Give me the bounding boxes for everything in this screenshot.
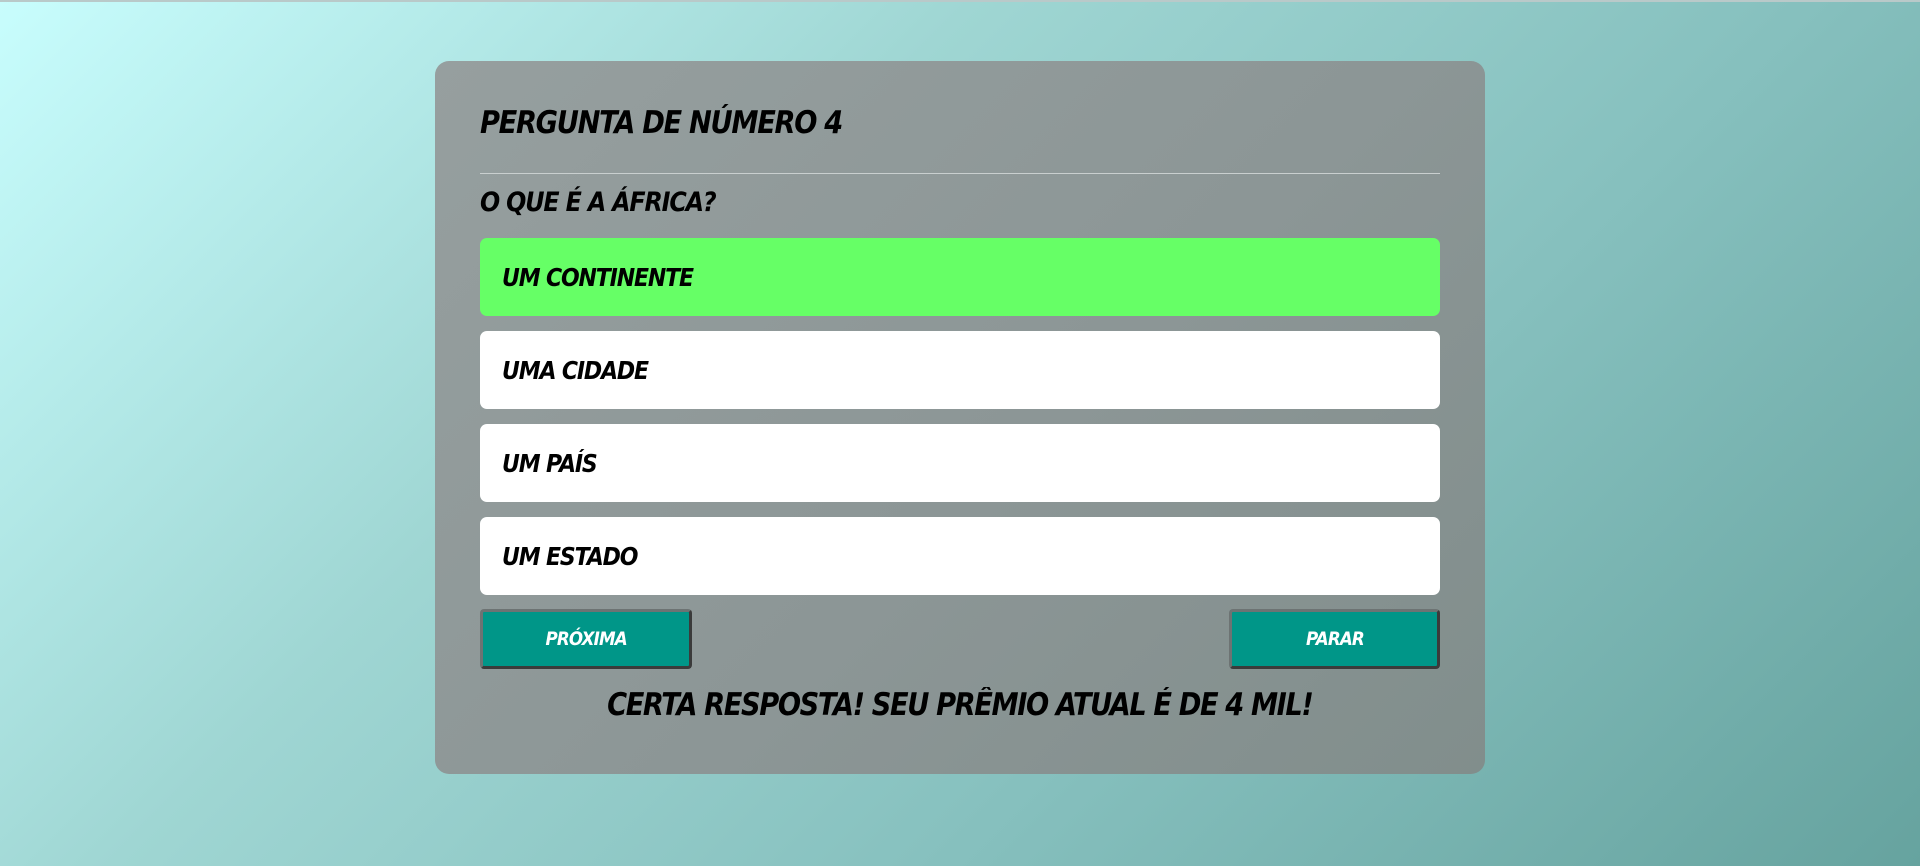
next-button-label: PRÓXIMA — [545, 628, 627, 650]
question-text: O QUE É A ÁFRICA? — [480, 187, 717, 218]
answer-option-label: UM ESTADO — [502, 541, 638, 571]
result-message: CERTA RESPOSTA! SEU PRÊMIO ATUAL É DE 4 … — [480, 687, 1440, 723]
question-number-title: PERGUNTA DE NÚMERO 4 — [480, 105, 843, 141]
quiz-card: PERGUNTA DE NÚMERO 4 O QUE É A ÁFRICA? U… — [435, 61, 1485, 774]
window-top-border — [0, 0, 1920, 2]
answer-option-label: UMA CIDADE — [502, 355, 649, 385]
next-button[interactable]: PRÓXIMA — [480, 609, 692, 669]
stop-button-label: PARAR — [1305, 628, 1365, 650]
answer-option-4[interactable]: UM ESTADO — [480, 517, 1440, 595]
answer-option-label: UM PAÍS — [502, 448, 598, 478]
answer-option-3[interactable]: UM PAÍS — [480, 424, 1440, 502]
answer-option-label: UM CONTINENTE — [502, 262, 694, 292]
result-message-text: CERTA RESPOSTA! SEU PRÊMIO ATUAL É DE 4 … — [607, 687, 1314, 723]
title-divider — [480, 173, 1440, 174]
answer-option-1[interactable]: UM CONTINENTE — [480, 238, 1440, 316]
stop-button[interactable]: PARAR — [1229, 609, 1440, 669]
answer-option-2[interactable]: UMA CIDADE — [480, 331, 1440, 409]
